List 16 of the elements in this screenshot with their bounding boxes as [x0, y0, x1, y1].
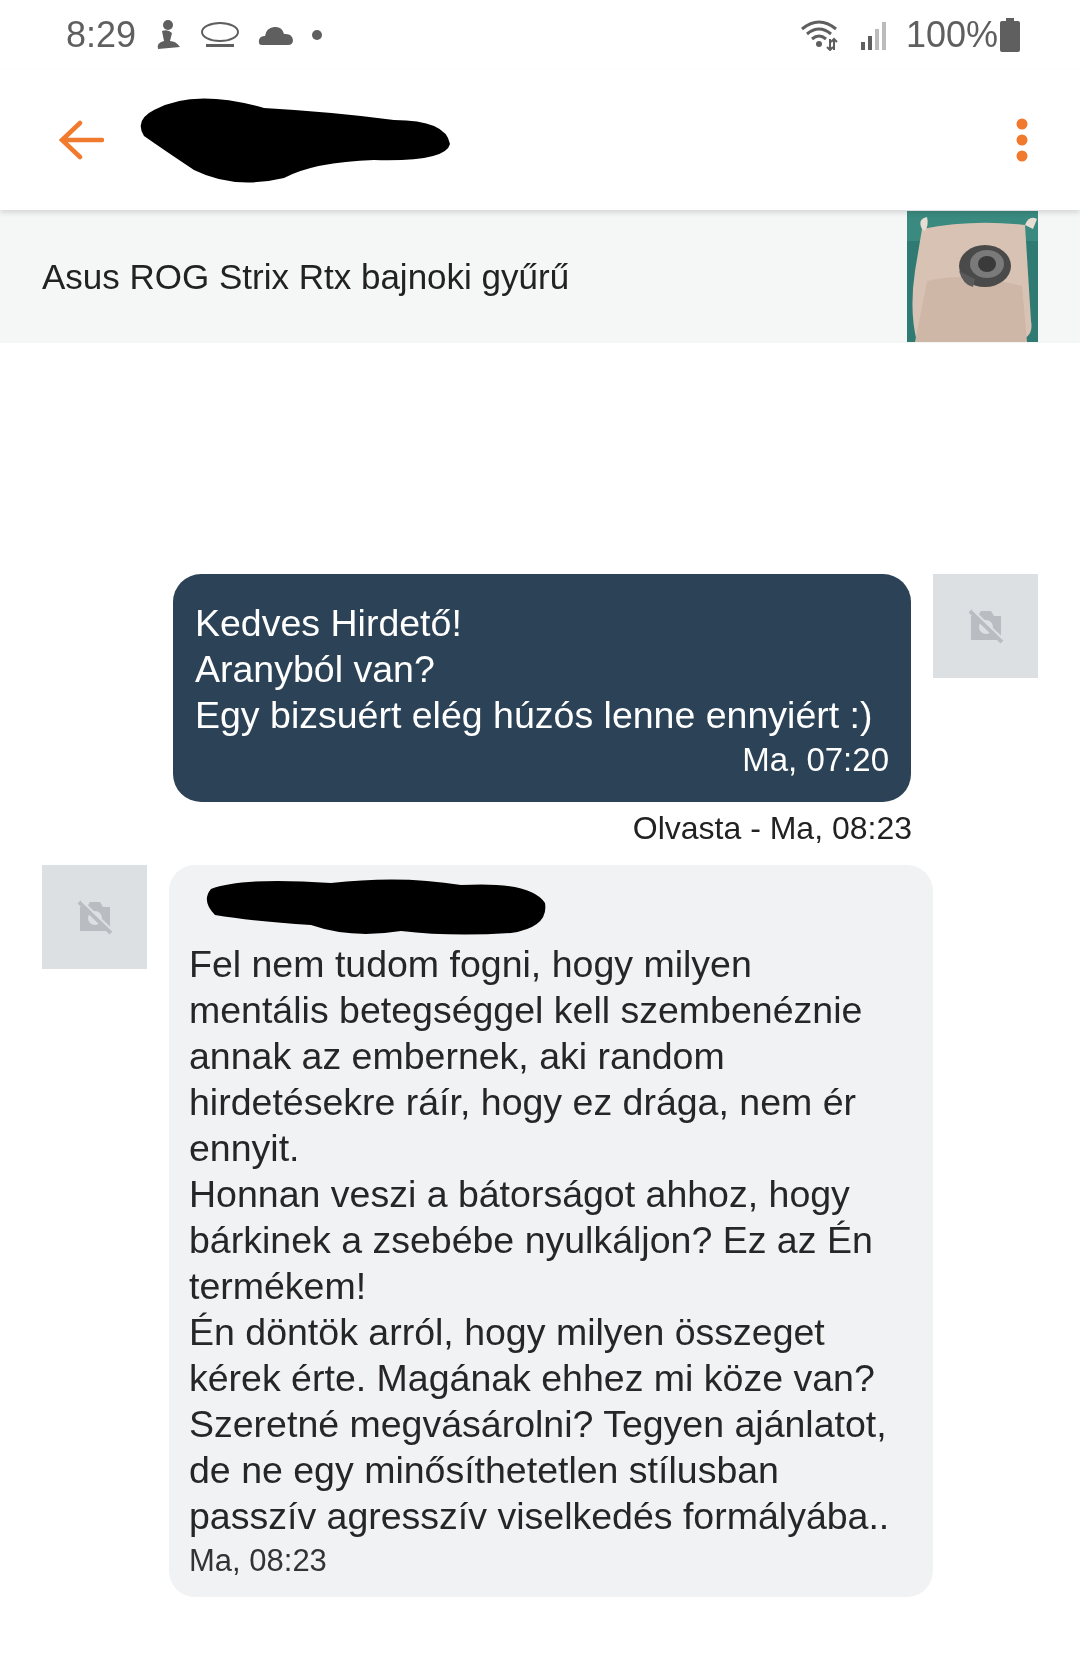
back-arrow-icon	[58, 120, 104, 160]
dot-icon	[312, 30, 323, 40]
message-time: Ma, 07:20	[741, 740, 889, 780]
message-text: Kedves Hirdető! Aranyból van? Egy bizsuért elég húzós lenne ennyiért :)	[195, 601, 874, 738]
battery-icon	[1000, 18, 1020, 52]
no-photo-icon	[966, 608, 1005, 644]
cloud-icon	[258, 24, 295, 46]
read-receipt: Olvasta - Ma, 08:23	[632, 810, 912, 847]
battery-percentage: 100%	[905, 14, 998, 56]
signal-icon	[859, 20, 888, 50]
message-time: Ma, 08:23	[189, 1542, 328, 1580]
oval-logo-icon	[200, 21, 241, 49]
message-text: Fel nem tudom fogni, hogy milyen mentális betegséggel kell szembenéznie annak az embernek, aki random hirdetésekre ráír, hogy ez drága, nem ér ennyit. Honnan veszi a bátorságot ahhoz, hogy bárkinek a zsebébe nyulkáljon? Ez az Én termékem! Én döntök arról, hogy milyen összeget kérek érte. Magának ehhez mi köze van? Szeretné megvásárolni? Tegyen ajánlatot, de ne egy minősíthetetlen stílusban passzív agresszív viselkedés formályába..	[189, 942, 891, 1539]
clock-time: 8:29	[66, 14, 137, 56]
no-photo-icon	[75, 899, 114, 935]
more-options-icon	[1016, 118, 1028, 162]
